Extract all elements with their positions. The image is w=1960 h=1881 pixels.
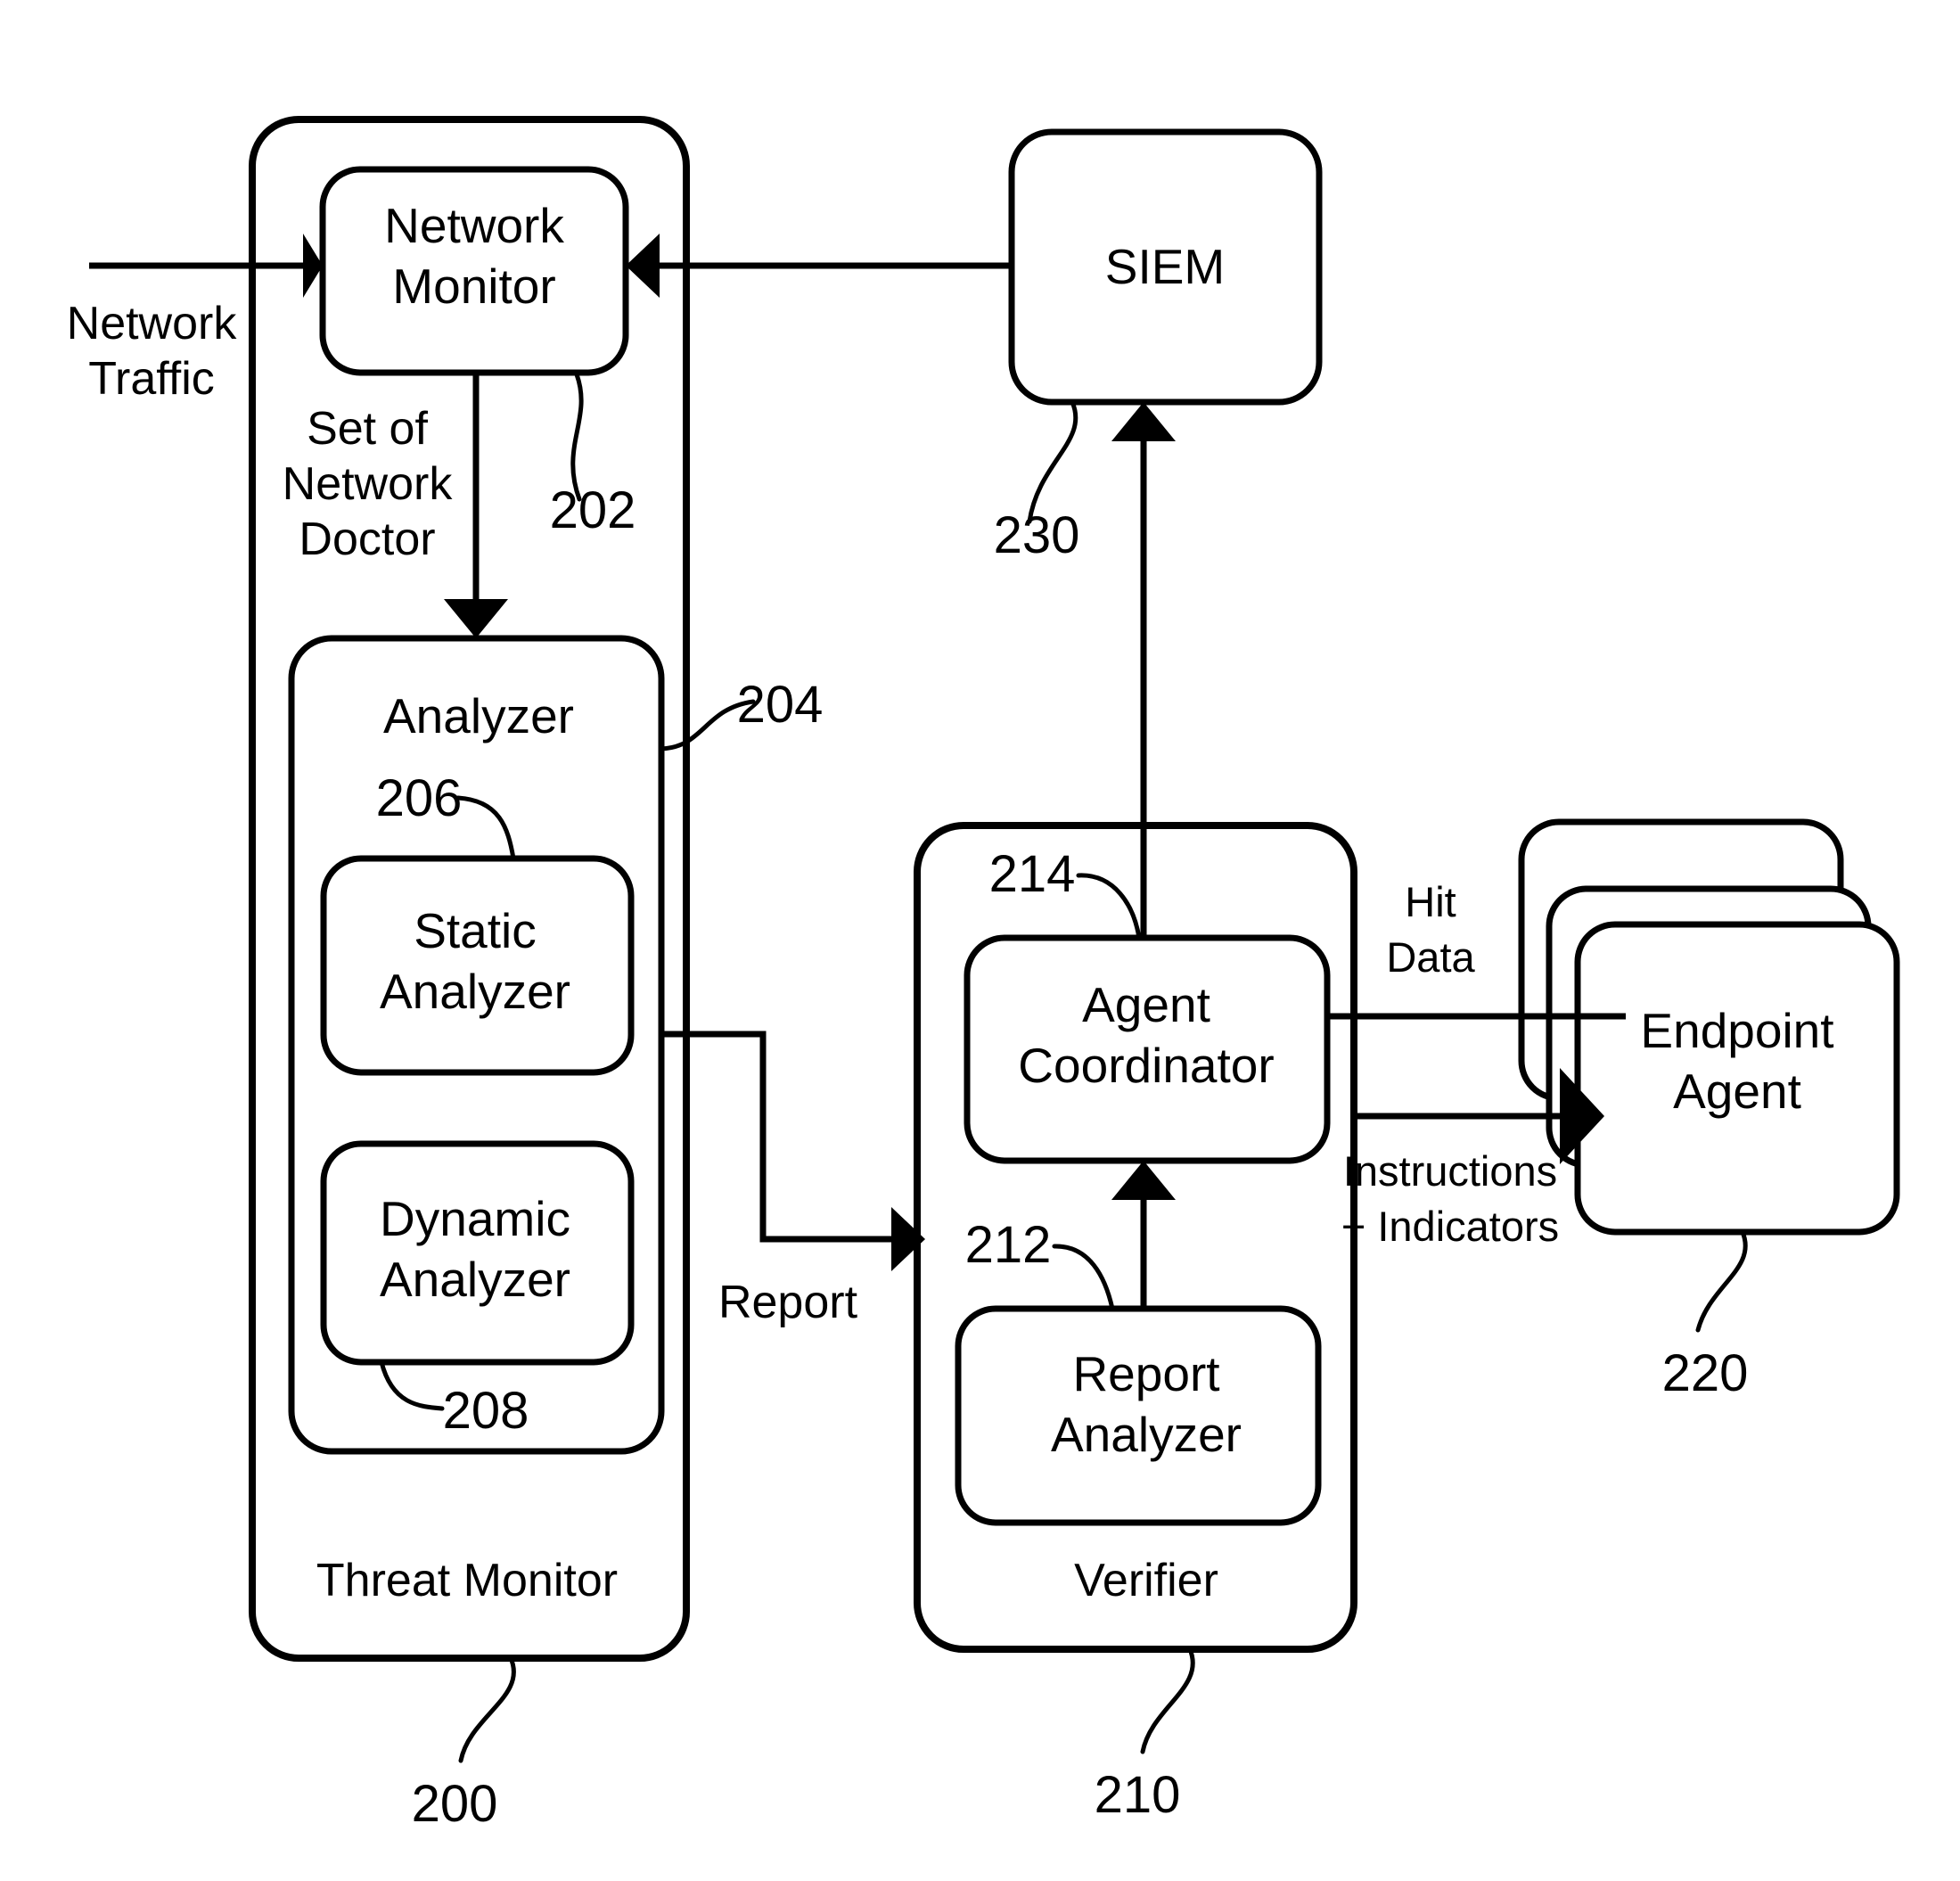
- endpoint-agent-label-line1: Endpoint: [1640, 1003, 1833, 1058]
- set-of-network-doctor-label-line1: Set of: [307, 403, 428, 455]
- ref-220: 220: [1662, 1344, 1749, 1402]
- network-monitor-label-line1: Network: [384, 198, 564, 253]
- leader-230: [1027, 399, 1078, 524]
- ref-230: 230: [994, 506, 1080, 564]
- ref-202: 202: [550, 481, 636, 539]
- agent-coordinator-to-siem-arrowhead: [1111, 402, 1176, 441]
- network-traffic-label-line2: Traffic: [88, 353, 215, 405]
- report-analyzer-label-line2: Analyzer: [1051, 1407, 1242, 1462]
- set-of-network-doctor-label-line3: Doctor: [299, 513, 435, 565]
- report-edge: [661, 1031, 891, 1243]
- leader-200: [458, 1655, 516, 1763]
- ref-208: 208: [443, 1382, 529, 1440]
- static-analyzer-label-line2: Analyzer: [380, 964, 570, 1019]
- instructions-indicators-label-line2: + Indicators: [1341, 1203, 1559, 1250]
- verifier-label: Verifier: [1074, 1555, 1218, 1606]
- siem-label: SIEM: [1105, 239, 1225, 294]
- ref-204: 204: [737, 676, 824, 734]
- figure-canvas: Network Monitor 202 Network Traffic Set …: [0, 0, 1960, 1881]
- network-monitor-label-line2: Monitor: [392, 259, 555, 314]
- dynamic-analyzer-label-line1: Dynamic: [380, 1191, 570, 1246]
- ref-210: 210: [1095, 1766, 1181, 1824]
- ref-212: 212: [965, 1216, 1052, 1274]
- leader-210: [1140, 1647, 1195, 1754]
- dynamic-analyzer-label-line2: Analyzer: [380, 1252, 570, 1307]
- ref-200: 200: [412, 1775, 498, 1833]
- ref-214: 214: [989, 845, 1076, 903]
- hit-data-label-line2: Data: [1386, 933, 1475, 981]
- analyzer-label: Analyzer: [383, 688, 574, 743]
- agent-coordinator-label-line2: Coordinator: [1018, 1038, 1274, 1093]
- hit-data-label-line1: Hit: [1405, 878, 1456, 925]
- endpoint-agent-label-line2: Agent: [1673, 1064, 1801, 1119]
- threat-monitor-label: Threat Monitor: [316, 1555, 618, 1606]
- set-of-network-doctor-label-line2: Network: [283, 458, 454, 510]
- static-analyzer-label-line1: Static: [414, 903, 537, 958]
- report-analyzer-label-line1: Report: [1072, 1346, 1219, 1401]
- network-traffic-label-line1: Network: [67, 298, 238, 349]
- agent-coordinator-label-line1: Agent: [1082, 977, 1210, 1032]
- ref-206: 206: [376, 769, 463, 827]
- leader-220: [1695, 1229, 1748, 1333]
- report-label: Report: [718, 1277, 858, 1328]
- block-diagram-svg: Network Monitor 202 Network Traffic Set …: [67, 116, 1900, 1833]
- instructions-indicators-label-line1: Instructions: [1343, 1147, 1557, 1195]
